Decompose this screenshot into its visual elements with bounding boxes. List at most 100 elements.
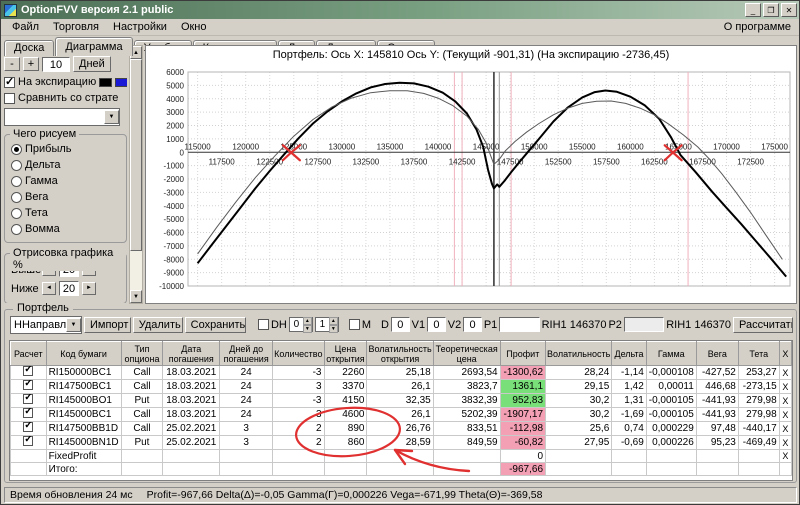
radio-icon[interactable] — [11, 224, 22, 235]
column-header[interactable]: Профит — [500, 342, 545, 366]
column-header[interactable]: Расчет — [11, 342, 47, 366]
radio-icon[interactable] — [11, 208, 22, 219]
row-calc-checkbox[interactable] — [23, 408, 33, 418]
left-panel-scrollbar[interactable]: ▲ ▼ — [129, 45, 143, 304]
row-calc-checkbox[interactable] — [23, 394, 33, 404]
dh-spinner-1[interactable]: 0 ▲▼ — [289, 317, 313, 332]
delete-row-button[interactable]: X — [779, 394, 791, 408]
chevron-down-icon[interactable]: ▼ — [104, 110, 119, 124]
column-header[interactable]: Теоретическая цена — [433, 342, 500, 366]
tab-0[interactable]: Доска — [4, 40, 54, 56]
row-calc-checkbox[interactable] — [23, 436, 33, 446]
column-header[interactable]: Гамма — [646, 342, 696, 366]
d-field[interactable]: 0 — [391, 317, 410, 332]
radio-icon[interactable] — [11, 176, 22, 187]
below-increase-button[interactable]: ► — [82, 282, 96, 295]
save-button[interactable]: Сохранить — [185, 317, 246, 333]
below-percent-field[interactable]: 20 — [59, 281, 79, 296]
expiration-color-swatch[interactable] — [99, 78, 112, 87]
column-header[interactable]: Волатильность — [546, 342, 612, 366]
draw-option-1[interactable]: Дельта — [11, 159, 123, 171]
column-header[interactable]: X — [779, 342, 791, 366]
p2-field[interactable] — [624, 317, 664, 332]
calculate-button[interactable]: Рассчитать — [733, 317, 793, 333]
titlebar[interactable]: OptionFVV версия 2.1 public _ ❐ ✕ — [1, 1, 799, 19]
close-button[interactable]: ✕ — [781, 3, 797, 17]
day-increment-button[interactable]: + — [23, 57, 39, 71]
minimize-button[interactable]: _ — [745, 3, 761, 17]
scrollbar-thumb[interactable] — [130, 59, 142, 251]
svg-text:170000: 170000 — [713, 142, 740, 151]
m-checkbox[interactable] — [349, 319, 360, 330]
security-code: FixedProfit — [46, 450, 121, 463]
days-button[interactable]: Дней — [73, 56, 111, 72]
draw-option-3[interactable]: Вега — [11, 191, 123, 203]
draw-option-0[interactable]: Прибыль — [11, 143, 123, 155]
p1-field[interactable] — [499, 317, 539, 332]
dh-spinner-2[interactable]: 1 ▲▼ — [315, 317, 339, 332]
delete-button[interactable]: Удалить — [133, 317, 183, 333]
gamma — [646, 450, 696, 463]
maximize-button[interactable]: ❐ — [763, 3, 779, 17]
delete-row-button[interactable]: X — [779, 422, 791, 436]
menu-item-3[interactable]: Окно — [174, 20, 214, 34]
day-decrement-button[interactable]: - — [4, 57, 20, 71]
v1-field[interactable]: 0 — [427, 317, 446, 332]
scroll-down-icon[interactable]: ▼ — [130, 290, 142, 303]
expiry-date: 18.03.2021 — [163, 366, 220, 380]
column-header[interactable]: Количество — [273, 342, 324, 366]
draw-option-4[interactable]: Тета — [11, 207, 123, 219]
menu-item-1[interactable]: Торговля — [46, 20, 106, 34]
gamma: 0,000229 — [646, 422, 696, 436]
column-header[interactable]: Дата погашения — [163, 342, 220, 366]
profit: -60,82 — [500, 436, 545, 450]
import-button[interactable]: Импорт — [84, 317, 131, 333]
column-header[interactable]: Дней до погашения — [220, 342, 273, 366]
direction-select[interactable]: ННаправле ▼ — [10, 316, 82, 334]
column-header[interactable]: Тип опциона — [121, 342, 163, 366]
column-header[interactable]: Тета — [738, 342, 779, 366]
delete-row-button[interactable]: X — [779, 408, 791, 422]
chevron-down-icon[interactable]: ▼ — [66, 318, 81, 332]
dh-checkbox[interactable] — [258, 319, 269, 330]
v2-field[interactable]: 0 — [463, 317, 482, 332]
column-header[interactable]: Дельта — [612, 342, 647, 366]
delete-row-button[interactable]: X — [779, 366, 791, 380]
row-calc-checkbox[interactable] — [23, 380, 33, 390]
row-calc-checkbox[interactable] — [23, 366, 33, 376]
column-header[interactable]: Волатильность открытия — [367, 342, 433, 366]
days-count-field[interactable]: 10 — [42, 57, 70, 72]
radio-icon[interactable] — [11, 192, 22, 203]
compare-strategy-checkbox[interactable] — [4, 93, 15, 104]
on-expiration-checkbox[interactable] — [4, 77, 15, 88]
spinner-arrows-icon[interactable]: ▲▼ — [303, 317, 312, 333]
menu-about[interactable]: О программе — [724, 21, 795, 33]
menu-item-2[interactable]: Настройки — [106, 20, 174, 34]
radio-icon[interactable] — [11, 160, 22, 171]
row-calc-checkbox[interactable] — [23, 422, 33, 432]
open-price: 2260 — [324, 366, 367, 380]
days-to-expiry: 24 — [220, 394, 273, 408]
delete-row-button[interactable]: X — [779, 436, 791, 450]
spinner-arrows-icon[interactable]: ▲▼ — [329, 317, 338, 333]
svg-text:120000: 120000 — [232, 142, 259, 151]
option-type — [121, 463, 163, 476]
security-code: Итого: — [46, 463, 121, 476]
draw-option-2[interactable]: Гамма — [11, 175, 123, 187]
delete-row-button[interactable]: X — [779, 380, 791, 394]
column-header[interactable]: Цена открытия — [324, 342, 367, 366]
strategy-select[interactable]: ▼ — [4, 108, 120, 126]
radio-icon[interactable] — [11, 144, 22, 155]
menu-item-0[interactable]: Файл — [5, 20, 46, 34]
draw-option-5[interactable]: Вомма — [11, 223, 123, 235]
security-code: RI145000BC1 — [46, 408, 121, 422]
payoff-chart[interactable]: -10000-9000-8000-7000-6000-5000-4000-300… — [146, 62, 796, 302]
current-color-swatch[interactable] — [115, 78, 127, 87]
svg-text:-10000: -10000 — [159, 282, 184, 291]
below-decrease-button[interactable]: ◄ — [42, 282, 56, 295]
expiry-date: 25.02.2021 — [163, 436, 220, 450]
column-header[interactable]: Вега — [696, 342, 738, 366]
delete-row-button[interactable]: X — [779, 450, 791, 463]
tab-1[interactable]: Диаграмма — [55, 37, 132, 56]
column-header[interactable]: Код бумаги — [46, 342, 121, 366]
